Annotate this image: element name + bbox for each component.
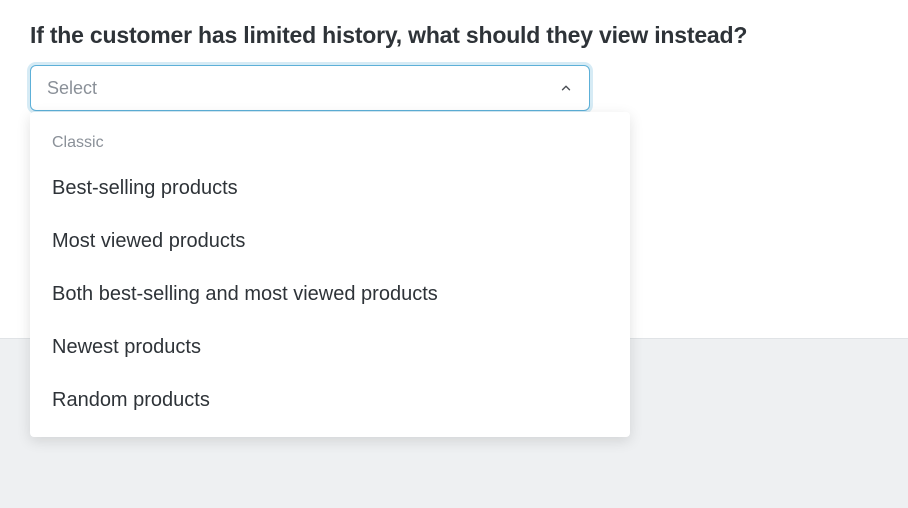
dropdown-option-best-selling[interactable]: Best-selling products bbox=[30, 162, 630, 215]
dropdown-option-newest[interactable]: Newest products bbox=[30, 321, 630, 374]
dropdown-panel: Classic Best-selling products Most viewe… bbox=[30, 112, 630, 437]
question-label: If the customer has limited history, wha… bbox=[30, 22, 878, 49]
form-container: If the customer has limited history, wha… bbox=[0, 0, 908, 133]
dropdown-option-most-viewed[interactable]: Most viewed products bbox=[30, 215, 630, 268]
chevron-up-icon bbox=[559, 81, 573, 95]
dropdown-option-both[interactable]: Both best-selling and most viewed produc… bbox=[30, 268, 630, 321]
dropdown-option-random[interactable]: Random products bbox=[30, 374, 630, 427]
select-placeholder: Select bbox=[47, 78, 97, 99]
fallback-product-select[interactable]: Select bbox=[30, 65, 590, 111]
dropdown-group-label: Classic bbox=[30, 126, 630, 162]
